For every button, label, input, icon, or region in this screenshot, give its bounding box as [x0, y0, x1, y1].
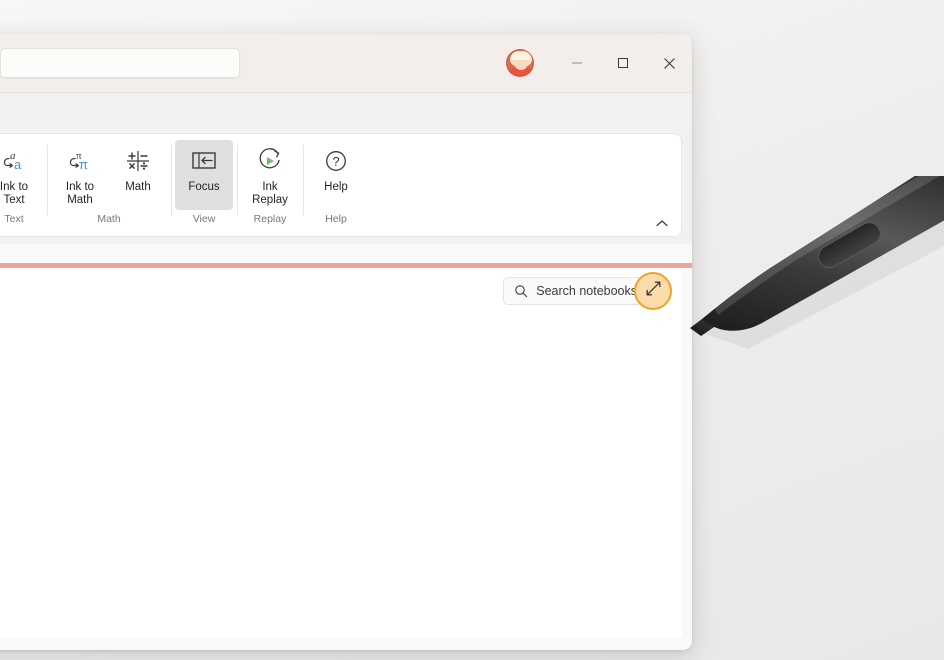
svg-text:?: ?: [332, 154, 339, 169]
ink-to-math-button[interactable]: π π Ink to Math: [51, 140, 109, 210]
ribbon-group-help: ? Help Help: [303, 134, 369, 236]
group-items: ? Help: [307, 134, 365, 214]
screen: nsert pace: [0, 0, 944, 660]
minimize-button[interactable]: [554, 43, 600, 83]
ribbon: nsert pace: [0, 134, 681, 236]
ribbon-collapse-button[interactable]: [653, 214, 671, 232]
math-button[interactable]: Math: [109, 140, 167, 210]
focus-button[interactable]: Focus: [175, 140, 233, 210]
ribbon-tab-strip[interactable]: [0, 92, 692, 134]
focus-label: Focus: [188, 181, 220, 193]
group-items: Focus: [175, 134, 233, 214]
ink-to-text-label: Ink to Text: [0, 181, 29, 206]
group-items: Ink Replay: [241, 134, 299, 214]
search-notebooks-label: Search notebooks: [536, 284, 637, 298]
group-label-help: Help: [325, 213, 347, 225]
search-notebooks-box[interactable]: Search notebooks: [503, 277, 652, 305]
group-items: a a Ink to Text: [0, 134, 43, 214]
svg-text:a: a: [14, 157, 22, 172]
group-items: π π Ink to Math Math: [51, 134, 167, 214]
ink-to-text-icon: a a: [0, 146, 28, 176]
notebook-content-area: Search notebooks: [0, 268, 682, 638]
maximize-button[interactable]: [600, 43, 646, 83]
title-bar: [0, 34, 692, 93]
title-search-box[interactable]: [0, 48, 240, 78]
titlebar-separator: [0, 92, 692, 93]
group-label-math: Math: [97, 213, 121, 225]
help-label: Help: [324, 181, 348, 193]
help-icon: ?: [322, 146, 350, 176]
ribbon-group-view: Focus View: [171, 134, 237, 236]
search-icon: [514, 284, 528, 298]
onenote-window: nsert pace: [0, 34, 692, 650]
avatar[interactable]: [506, 49, 534, 77]
help-button[interactable]: ? Help: [307, 140, 365, 210]
avatar-hair-front: [511, 52, 531, 60]
title-search-input[interactable]: [1, 49, 239, 77]
ribbon-wrapper: nsert pace: [0, 134, 692, 244]
ink-to-math-icon: π π: [66, 146, 94, 176]
ribbon-group-math: π π Ink to Math Math Math: [47, 134, 171, 236]
svg-text:π: π: [79, 157, 88, 172]
ink-replay-icon: [256, 146, 284, 176]
group-label-text: Text: [4, 213, 24, 225]
close-button[interactable]: [646, 43, 692, 83]
group-label-replay: Replay: [253, 213, 287, 225]
window-controls: [506, 34, 692, 92]
ribbon-group-replay: Ink Replay Replay: [237, 134, 303, 236]
math-label: Math: [125, 181, 151, 193]
focus-icon: [190, 146, 218, 176]
ink-to-text-button[interactable]: a a Ink to Text: [0, 140, 43, 210]
expand-diagonal-icon: [645, 280, 662, 302]
expand-button[interactable]: [634, 272, 672, 310]
ink-replay-label: Ink Replay: [252, 181, 288, 206]
ink-replay-button[interactable]: Ink Replay: [241, 140, 299, 210]
ink-to-math-label: Ink to Math: [65, 181, 95, 206]
math-icon: [124, 146, 152, 176]
notebook-toolbar: Search notebooks: [0, 268, 682, 314]
group-label-view: View: [192, 213, 216, 225]
ribbon-group-text: a a Ink to Text Text: [0, 134, 47, 236]
